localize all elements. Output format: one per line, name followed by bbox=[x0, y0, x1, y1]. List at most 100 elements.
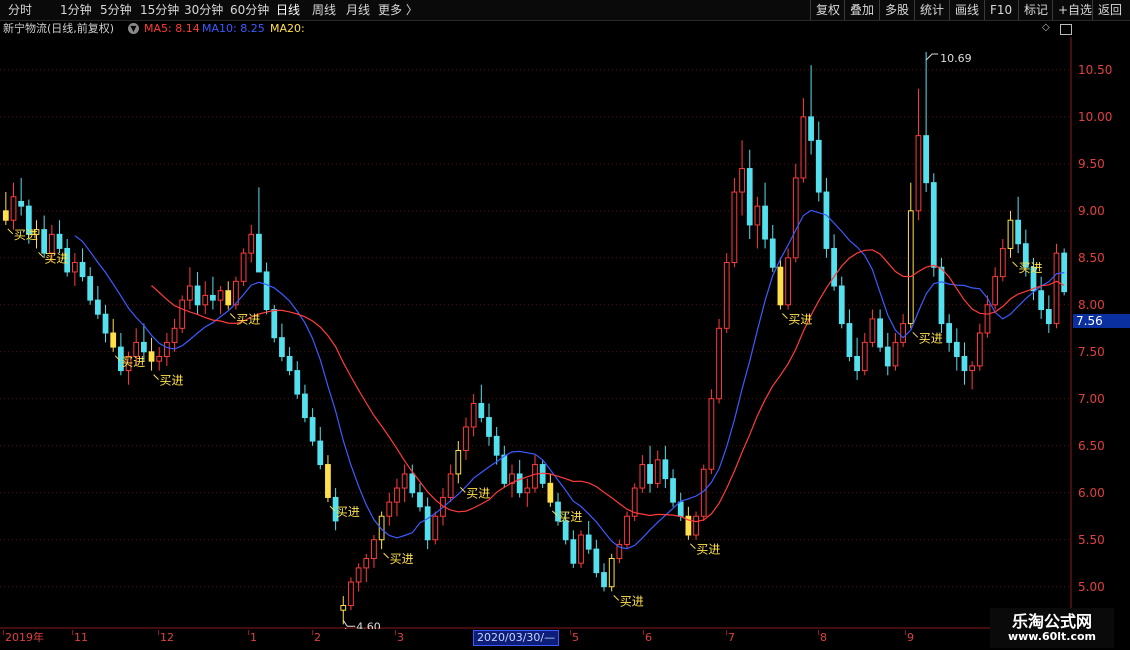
diamond-icon[interactable]: ◇ bbox=[1042, 22, 1050, 33]
buy-signal-label: 买进 bbox=[121, 355, 145, 369]
candlestick-chart[interactable]: 买进买进买进买进买进买进买进买进买进买进买进买进买进买进买进10.694.60 bbox=[0, 37, 1072, 629]
candle-body bbox=[110, 332, 117, 348]
toolbar-action-item[interactable]: 统计 bbox=[914, 0, 944, 20]
candle bbox=[286, 347, 293, 376]
candle bbox=[432, 511, 439, 545]
candle-body bbox=[386, 501, 393, 517]
buy-signal: 买进 bbox=[7, 228, 38, 242]
toolbar-action-item[interactable]: +自选 bbox=[1052, 0, 1092, 20]
price-tick-label: 7.50 bbox=[1078, 344, 1105, 359]
candle-body bbox=[294, 370, 301, 395]
candle bbox=[578, 530, 584, 568]
date-tick bbox=[3, 630, 4, 635]
toolbar-item[interactable]: 5分钟 bbox=[100, 0, 132, 20]
date-tick-label: 5 bbox=[572, 631, 579, 644]
candle-body bbox=[194, 285, 201, 306]
candle bbox=[731, 177, 738, 268]
candle-body bbox=[363, 558, 370, 569]
candle bbox=[279, 323, 285, 362]
price-tick-label: 9.50 bbox=[1078, 156, 1105, 171]
candle-body bbox=[1053, 252, 1060, 325]
candle bbox=[892, 333, 899, 371]
candle bbox=[493, 426, 500, 465]
toolbar-item[interactable]: 30分钟 bbox=[184, 0, 223, 20]
candle-body bbox=[524, 487, 531, 494]
date-tick bbox=[905, 630, 906, 635]
candle-body bbox=[831, 247, 837, 287]
candle bbox=[915, 88, 922, 221]
toolbar-action-item[interactable]: F10 bbox=[984, 0, 1012, 20]
candle-body bbox=[884, 346, 891, 367]
candle-body bbox=[792, 177, 799, 259]
candle-body bbox=[1015, 219, 1022, 245]
dropdown-icon[interactable]: ▼ bbox=[128, 23, 139, 34]
candle-body bbox=[263, 271, 270, 311]
candle bbox=[447, 464, 454, 503]
candle bbox=[601, 563, 607, 592]
toolbar-item[interactable]: 更多 〉 bbox=[378, 0, 418, 20]
buy-signal-label: 买进 bbox=[1018, 261, 1042, 275]
toolbar-action-item[interactable]: 返回 bbox=[1092, 0, 1122, 20]
candle bbox=[1038, 276, 1045, 319]
candle-body bbox=[1045, 309, 1052, 325]
candle-body bbox=[432, 515, 439, 541]
candle-body bbox=[953, 341, 960, 357]
toolbar-item[interactable]: 1分钟 bbox=[60, 0, 92, 20]
candle-body bbox=[309, 417, 316, 442]
candle-body bbox=[854, 355, 860, 372]
toolbar-item[interactable]: 60分钟 bbox=[230, 0, 269, 20]
toolbar-action-item[interactable]: 画线 bbox=[949, 0, 979, 20]
candle-body bbox=[677, 501, 684, 517]
candle bbox=[56, 220, 63, 254]
candle bbox=[386, 492, 393, 526]
watermark: 乐淘公式网 www.60lt.com bbox=[990, 608, 1114, 648]
candle-body bbox=[969, 365, 976, 372]
candle bbox=[854, 337, 860, 380]
candle bbox=[593, 539, 600, 578]
candle-body bbox=[578, 534, 584, 564]
buy-signal: 买进 bbox=[912, 331, 943, 345]
candle-body bbox=[915, 135, 922, 212]
date-tick bbox=[158, 630, 159, 635]
candle bbox=[240, 248, 247, 287]
toolbar-action-item[interactable]: 叠加 bbox=[844, 0, 874, 20]
date-cursor-label: 2020/03/30/— bbox=[473, 630, 560, 646]
candle-body bbox=[41, 229, 48, 254]
candle bbox=[961, 342, 968, 385]
candle bbox=[608, 553, 615, 592]
candle-body bbox=[900, 323, 906, 343]
candle-body bbox=[746, 168, 753, 226]
candle bbox=[785, 248, 791, 310]
toolbar-item[interactable]: 月线 bbox=[346, 0, 370, 20]
date-tick-label: 6 bbox=[645, 631, 652, 644]
candle bbox=[294, 361, 301, 399]
candle-body bbox=[340, 605, 347, 611]
price-tick-label: 10.50 bbox=[1078, 62, 1113, 77]
toolbar-item[interactable]: 日线 bbox=[276, 0, 300, 20]
candle-body bbox=[877, 318, 883, 348]
candle-body bbox=[401, 473, 408, 489]
candle bbox=[94, 286, 101, 319]
buy-signal-pointer bbox=[690, 543, 696, 550]
candle bbox=[194, 271, 201, 315]
date-tick bbox=[312, 630, 313, 635]
price-tick-label: 6.50 bbox=[1078, 438, 1105, 453]
ma20-line bbox=[151, 249, 1065, 523]
panel-toggle-icon[interactable] bbox=[1060, 24, 1072, 35]
toolbar-item[interactable]: 15分钟 bbox=[140, 0, 179, 20]
candle-body bbox=[202, 294, 209, 306]
toolbar-item[interactable]: 周线 bbox=[312, 0, 336, 20]
toolbar-action-item[interactable]: 多股 bbox=[879, 0, 909, 20]
toolbar-item[interactable]: 分时 bbox=[8, 0, 32, 20]
toolbar-action-item[interactable]: 复权 bbox=[810, 0, 840, 20]
candle-body bbox=[394, 487, 400, 503]
candle bbox=[976, 323, 983, 371]
buy-signal-pointer bbox=[1012, 261, 1018, 268]
candle bbox=[263, 262, 270, 315]
candle bbox=[838, 276, 845, 329]
toolbar-action-item[interactable]: 标记 bbox=[1018, 0, 1048, 20]
candle-body bbox=[286, 355, 293, 372]
candle-body bbox=[731, 191, 738, 264]
candle-body bbox=[930, 182, 937, 268]
candle-body bbox=[547, 482, 554, 503]
